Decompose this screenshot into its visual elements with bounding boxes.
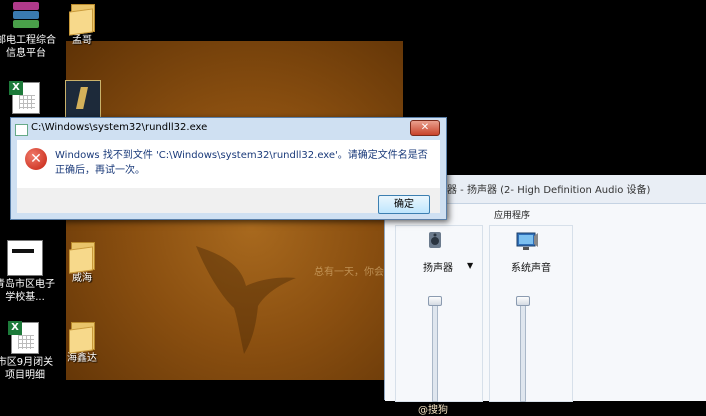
crane-silhouette <box>196 246 296 354</box>
folder-icon <box>69 240 95 274</box>
app-volume-slider[interactable] <box>516 296 530 306</box>
dialog-footer: 确定 <box>17 188 440 214</box>
dialog-titlebar[interactable]: C:\Windows\system32\rundll32.exe ✕ <box>11 118 446 140</box>
desktop-icon-label: 海鑫达 <box>67 353 97 364</box>
error-dialog: C:\Windows\system32\rundll32.exe ✕ ✕ Win… <box>10 117 447 220</box>
desktop-icon-folder[interactable]: 威海 <box>52 240 112 285</box>
document-icon <box>7 240 43 276</box>
ok-button[interactable]: 确定 <box>378 195 430 214</box>
desktop-icon-label: 邮电工程综合信息平台 <box>0 35 56 59</box>
desktop-icon-label: 市区9月闭关项目明细 <box>0 357 54 381</box>
excel-icon: X <box>9 81 40 114</box>
folder-icon <box>69 320 95 354</box>
winrar-archive-icon <box>11 0 41 32</box>
app-shortcut-icon <box>65 80 101 118</box>
desktop-icon-folder[interactable]: 孟哥 <box>52 2 112 47</box>
applications-group-label: 应用程序 <box>492 208 533 221</box>
dialog-body: ✕ Windows 找不到文件 'C:\Windows\system32\run… <box>17 140 440 188</box>
error-message: Windows 找不到文件 'C:\Windows\system32\rundl… <box>55 150 428 176</box>
wallpaper-watermark: @搜狗 <box>418 405 448 416</box>
system-sounds-icon[interactable] <box>515 230 539 252</box>
excel-icon: X <box>8 321 39 354</box>
desktop-icon-document[interactable]: 青岛市区电子学校基... <box>0 240 56 304</box>
device-label: 扬声器 <box>423 263 453 274</box>
folder-icon <box>69 2 95 36</box>
device-volume-slider[interactable] <box>428 296 442 306</box>
error-icon: ✕ <box>25 148 47 170</box>
desktop-icon-excel[interactable]: X <box>0 81 56 114</box>
app-label: 系统声音 <box>511 263 551 274</box>
desktop-icon-label: 威海 <box>72 273 92 284</box>
dialog-title: C:\Windows\system32\rundll32.exe <box>31 122 208 133</box>
desktop-icon-excel[interactable]: X 市区9月闭关项目明细 <box>0 321 56 382</box>
close-button[interactable]: ✕ <box>410 120 440 136</box>
desktop-icon-label: 青岛市区电子学校基... <box>0 279 55 303</box>
device-column <box>395 225 483 402</box>
desktop-icon-app[interactable] <box>53 80 113 118</box>
desktop-icon-folder[interactable]: 海鑫达 <box>52 320 112 365</box>
desktop-icon-label: 前 <box>0 202 6 215</box>
desktop-icon-partial[interactable]: 前 <box>0 200 6 215</box>
desktop-icon-winrar[interactable]: 邮电工程综合信息平台 <box>0 0 56 60</box>
desktop-icon-label: 孟哥 <box>72 35 92 46</box>
app-volume-track[interactable] <box>520 300 526 402</box>
window-icon <box>15 124 28 136</box>
mixer-caption: 器 - 扬声器 (2- High Definition Audio 设备) <box>447 185 651 196</box>
chevron-down-icon[interactable]: ▼ <box>467 261 473 270</box>
speaker-icon[interactable] <box>425 230 445 250</box>
device-volume-track[interactable] <box>432 300 438 402</box>
